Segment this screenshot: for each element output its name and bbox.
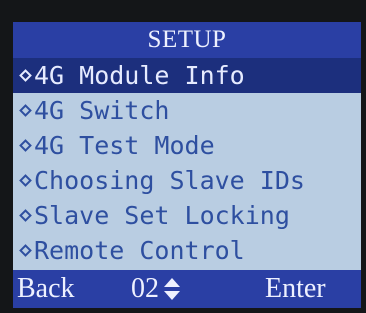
menu-item-choosing-slave-ids[interactable]: Choosing Slave IDs bbox=[13, 163, 361, 198]
menu-item-label: 4G Switch bbox=[34, 96, 170, 125]
bullet-icon bbox=[19, 104, 32, 117]
page-number: 02 bbox=[131, 273, 159, 304]
menu-item-label: Choosing Slave IDs bbox=[34, 166, 305, 195]
menu-item-label: Remote Control bbox=[34, 236, 245, 265]
back-button[interactable]: Back bbox=[17, 273, 75, 305]
menu-item-label: 4G Test Mode bbox=[34, 131, 215, 160]
enter-button[interactable]: Enter bbox=[265, 273, 326, 305]
lcd-display: SETUP 4G Module Info 4G Switch 4G Test M… bbox=[13, 22, 361, 308]
setup-menu: 4G Module Info 4G Switch 4G Test Mode Ch… bbox=[13, 58, 361, 270]
bullet-icon bbox=[19, 139, 32, 152]
up-down-arrow-icon bbox=[164, 278, 180, 300]
bullet-icon bbox=[19, 69, 32, 82]
menu-item-remote-control[interactable]: Remote Control bbox=[13, 233, 361, 268]
menu-item-slave-set-locking[interactable]: Slave Set Locking bbox=[13, 198, 361, 233]
menu-item-label: Slave Set Locking bbox=[34, 201, 290, 230]
bullet-icon bbox=[19, 209, 32, 222]
status-bar: Back 02 Enter bbox=[13, 270, 361, 308]
menu-item-4g-switch[interactable]: 4G Switch bbox=[13, 93, 361, 128]
bullet-icon bbox=[19, 244, 32, 257]
page-title: SETUP bbox=[147, 26, 227, 53]
menu-item-label: 4G Module Info bbox=[34, 61, 245, 90]
menu-item-4g-module-info[interactable]: 4G Module Info bbox=[13, 58, 361, 93]
device-screen: SETUP 4G Module Info 4G Switch 4G Test M… bbox=[0, 0, 366, 313]
title-bar: SETUP bbox=[13, 22, 361, 58]
bullet-icon bbox=[19, 174, 32, 187]
menu-item-4g-test-mode[interactable]: 4G Test Mode bbox=[13, 128, 361, 163]
